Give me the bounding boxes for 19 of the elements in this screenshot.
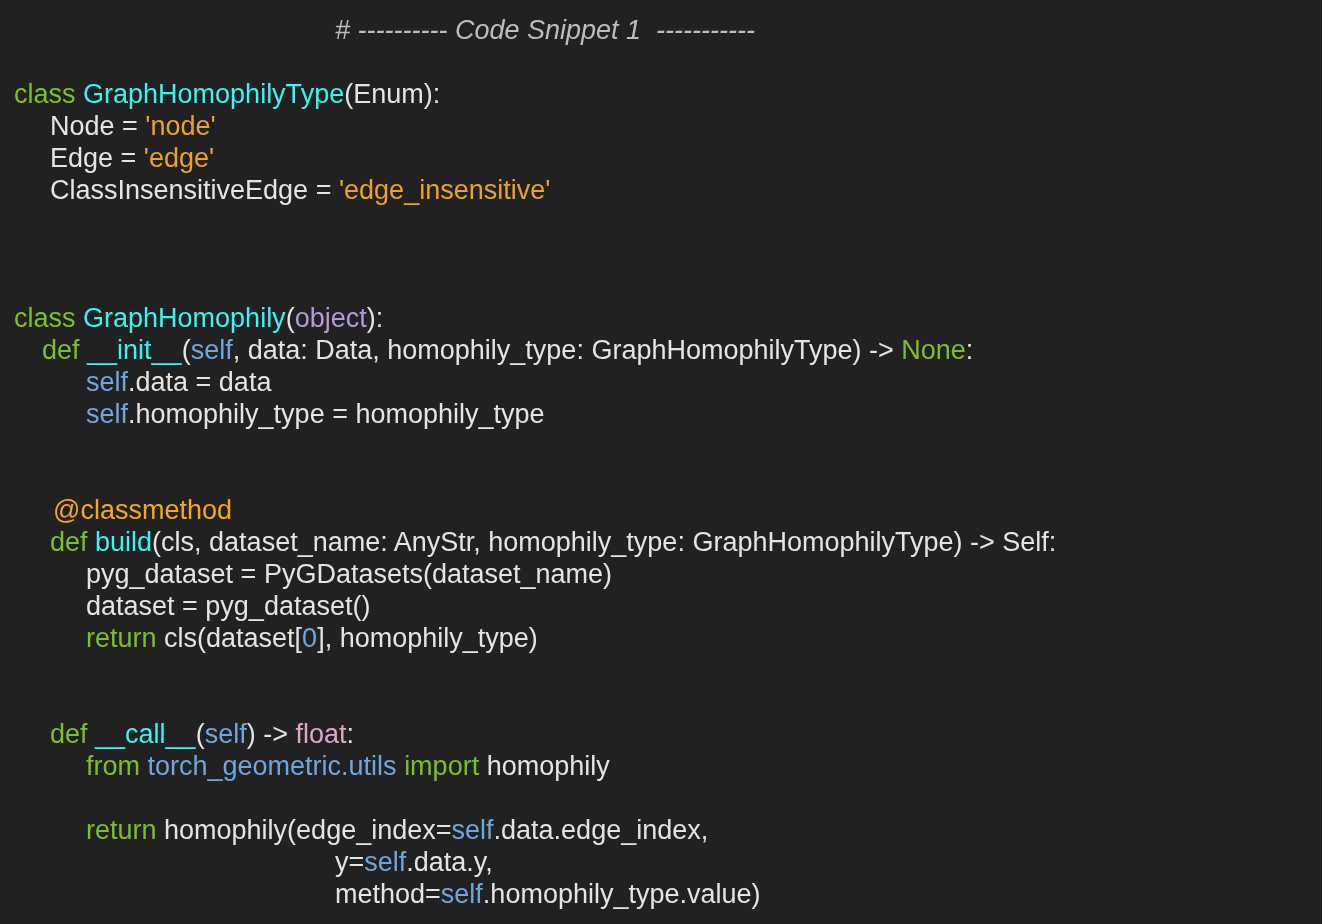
code-line: self.homophily_type = homophily_type (85, 398, 545, 430)
code-line: Node = 'node' (49, 110, 216, 142)
code-line: Edge = 'edge' (49, 142, 215, 174)
code-line: return cls(dataset[0], homophily_type) (85, 622, 538, 654)
code-line: pyg_dataset = PyGDatasets(dataset_name) (85, 558, 613, 590)
code-comment: # ---------- Code Snippet 1 ----------- (334, 14, 755, 46)
code-line: ClassInsensitiveEdge = 'edge_insensitive' (49, 174, 551, 206)
code-line: method=self.homophily_type.value) (334, 878, 761, 910)
code-line: class GraphHomophily(object): (14, 302, 384, 334)
code-line: class GraphHomophilyType(Enum): (14, 78, 441, 110)
code-line: from torch_geometric.utils import homophily (85, 750, 610, 782)
code-line: def build(cls, dataset_name: AnyStr, homophily_type: GraphHomophilyType) -> Self: (49, 526, 1057, 558)
code-line: def __call__(self) -> float: (49, 718, 354, 750)
code-line: return homophily(edge_index=self.data.edge_index, (85, 814, 709, 846)
code-line: self.data = data (85, 366, 272, 398)
code-line: def __init__(self, data: Data, homophily_type: GraphHomophilyType) -> None: (41, 334, 974, 366)
code-line: y=self.data.y, (334, 846, 493, 878)
code-line: @classmethod (52, 494, 232, 526)
code-line: dataset = pyg_dataset() (85, 590, 371, 622)
